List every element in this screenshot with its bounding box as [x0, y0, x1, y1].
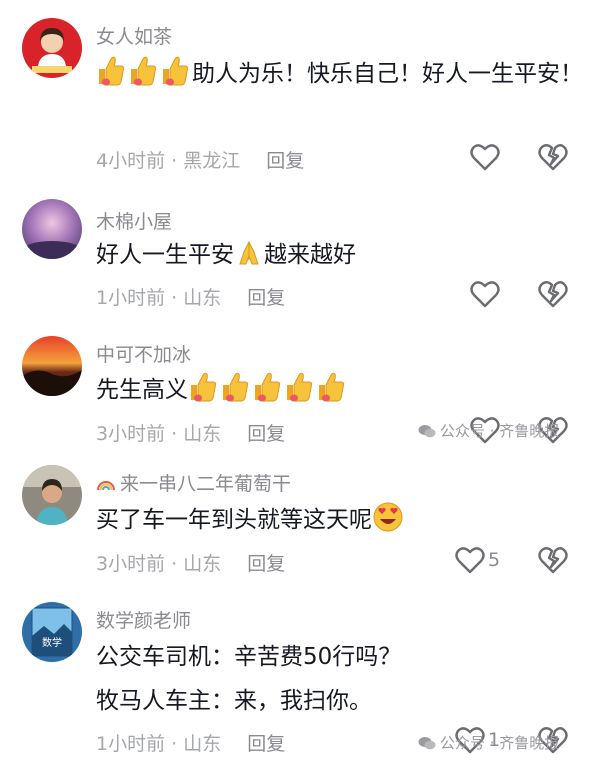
- reply-button[interactable]: 回复: [247, 287, 285, 309]
- thumbs-up-icon: [188, 371, 218, 403]
- broken-heart-icon[interactable]: [538, 546, 568, 574]
- like-count: 5: [488, 549, 501, 571]
- heart-eyes-emoji-icon: [373, 502, 403, 532]
- thumbs-up-icon: [128, 55, 158, 87]
- comment-item: 来一串八二年葡萄干 买了车一年到头就等这天呢 3小时前 · 山东 回复 5: [0, 455, 614, 590]
- reply-button[interactable]: 回复: [266, 150, 304, 172]
- comment-text: 好人一生平安 越来越好: [96, 233, 586, 277]
- thumbs-up-icon: [160, 55, 190, 87]
- broken-heart-icon[interactable]: [538, 280, 568, 308]
- comment-author[interactable]: 中可不加冰: [96, 340, 191, 367]
- praying-hands-icon: [239, 240, 259, 265]
- thumbs-up-icon: [316, 371, 346, 403]
- comment-author[interactable]: 女人如茶: [96, 22, 172, 49]
- reply-button[interactable]: 回复: [247, 553, 285, 575]
- comment-meta: 1小时前 · 山东 回复: [96, 283, 285, 310]
- comment-author[interactable]: 木棉小屋: [96, 207, 172, 234]
- comment-meta: 3小时前 · 山东 回复: [96, 549, 285, 576]
- avatar[interactable]: [22, 336, 82, 396]
- comment-item: 数学 数学颜老师 公交车司机：辛苦费50行吗？ 牧马人车主：来，我扫你。 1小时…: [0, 590, 614, 766]
- comment-text-line: 牧马人车主：来，我扫你。: [96, 688, 372, 714]
- comment-text-line: 公交车司机：辛苦费50行吗？: [96, 644, 402, 670]
- comment-meta: 4小时前 · 黑龙江 回复: [96, 146, 304, 173]
- comment-author[interactable]: 数学颜老师: [96, 606, 191, 633]
- comment-item: 木棉小屋 好人一生平安 越来越好 1小时前 · 山东 回复: [0, 185, 614, 320]
- comment-time-location: 4小时前 · 黑龙江: [96, 150, 241, 172]
- avatar[interactable]: [22, 199, 82, 259]
- reply-button[interactable]: 回复: [247, 733, 285, 755]
- avatar[interactable]: 数学: [22, 602, 82, 662]
- comment-time-location: 3小时前 · 山东: [96, 553, 222, 575]
- comment-text: 先生高义: [96, 368, 586, 412]
- watermark: 公众号 · 齐鲁晚报: [418, 420, 559, 441]
- heart-icon[interactable]: [455, 546, 485, 574]
- broken-heart-icon[interactable]: [538, 143, 568, 171]
- heart-icon[interactable]: [470, 280, 500, 308]
- comment-text: 助人为乐！快乐自己！好人一生平安！: [96, 52, 586, 96]
- comment-text: 买了车一年到头就等这天呢: [96, 498, 586, 542]
- comment-time-location: 1小时前 · 山东: [96, 287, 222, 309]
- comment-time-location: 1小时前 · 山东: [96, 733, 222, 755]
- avatar[interactable]: [22, 465, 82, 525]
- comment-meta: 1小时前 · 山东 回复: [96, 729, 285, 756]
- comment-time-location: 3小时前 · 山东: [96, 423, 222, 445]
- comment-item: 中可不加冰 先生高义 3小时前 · 山东 回复 公众号 · 齐鲁晚报: [0, 320, 614, 455]
- comment-meta: 3小时前 · 山东 回复: [96, 419, 285, 446]
- wechat-icon: [418, 425, 436, 438]
- comment-author[interactable]: 来一串八二年葡萄干: [96, 469, 291, 496]
- comment-text: 公交车司机：辛苦费50行吗？ 牧马人车主：来，我扫你。: [96, 635, 586, 723]
- heart-icon[interactable]: [470, 143, 500, 171]
- wechat-icon: [418, 737, 436, 750]
- avatar[interactable]: [22, 18, 82, 78]
- watermark: 公众号 · 齐鲁晚报: [418, 732, 559, 753]
- rainbow-icon: [97, 481, 115, 491]
- thumbs-up-icon: [96, 55, 126, 87]
- thumbs-up-icon: [284, 371, 314, 403]
- avatar-book-title: 数学: [42, 636, 62, 649]
- comment-item: 女人如茶 助人为乐！快乐自己！好人一生平安！ 4小时前 · 黑龙江 回复: [0, 0, 614, 185]
- thumbs-up-icon: [252, 371, 282, 403]
- thumbs-up-icon: [220, 371, 250, 403]
- reply-button[interactable]: 回复: [247, 423, 285, 445]
